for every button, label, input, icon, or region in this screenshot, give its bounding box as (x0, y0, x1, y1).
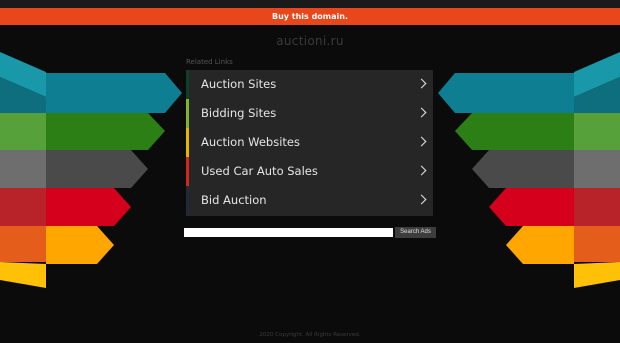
link-accent-bar (186, 186, 189, 215)
footer-copyright: 2020 Copyright. All Rights Reserved. (259, 332, 361, 338)
right-arrow-yellow (506, 226, 574, 264)
related-link-label: Used Car Auto Sales (201, 164, 318, 178)
right-arrow-green-light (574, 113, 620, 150)
right-arrow-green (455, 113, 574, 150)
search-input[interactable] (184, 228, 393, 237)
related-link-label: Auction Websites (201, 135, 300, 149)
chevron-right-icon (416, 136, 427, 147)
link-accent-bar (186, 70, 189, 99)
related-link-bid-auction[interactable]: Bid Auction (186, 186, 433, 215)
left-arrow-orange (0, 226, 46, 262)
left-arrow-green-light (0, 113, 46, 150)
link-accent-bar (186, 128, 189, 157)
left-arrow-red-dark (0, 188, 46, 226)
chevron-right-icon (416, 165, 427, 176)
chevron-right-icon (416, 194, 427, 205)
chevron-right-icon (416, 78, 427, 89)
link-accent-bar (186, 99, 189, 128)
right-arrow-orange (574, 226, 620, 262)
related-link-auction-websites[interactable]: Auction Websites (186, 128, 433, 157)
left-arrow-teal (46, 73, 182, 113)
link-accent-bar (186, 157, 189, 186)
related-links-label: Related Links (186, 58, 233, 66)
left-arrow-yellow (46, 226, 114, 264)
related-link-label: Auction Sites (201, 77, 277, 91)
search-ads-button[interactable]: Search Ads (395, 227, 436, 238)
related-link-label: Bid Auction (201, 193, 267, 207)
left-arrow-yellow-tail (0, 262, 46, 288)
related-link-auction-sites[interactable]: Auction Sites (186, 70, 433, 99)
left-arrow-gray (46, 150, 148, 188)
right-arrow-red-dark (574, 188, 620, 226)
left-arrow-red (46, 188, 131, 226)
left-arrow-green (46, 113, 165, 150)
right-arrow-red (489, 188, 574, 226)
related-link-used-car-auto-sales[interactable]: Used Car Auto Sales (186, 157, 433, 186)
right-arrow-teal (438, 73, 574, 113)
related-link-bidding-sites[interactable]: Bidding Sites (186, 99, 433, 128)
related-links-list: Auction Sites Bidding Sites Auction Webs… (186, 70, 433, 216)
related-link-label: Bidding Sites (201, 106, 277, 120)
chevron-right-icon (416, 107, 427, 118)
right-arrow-yellow-tail (574, 262, 620, 288)
right-arrow-gray (472, 150, 574, 188)
domain-title: auctioni.ru (276, 34, 344, 48)
left-arrow-gray-light (0, 150, 46, 188)
right-arrow-gray-light (574, 150, 620, 188)
